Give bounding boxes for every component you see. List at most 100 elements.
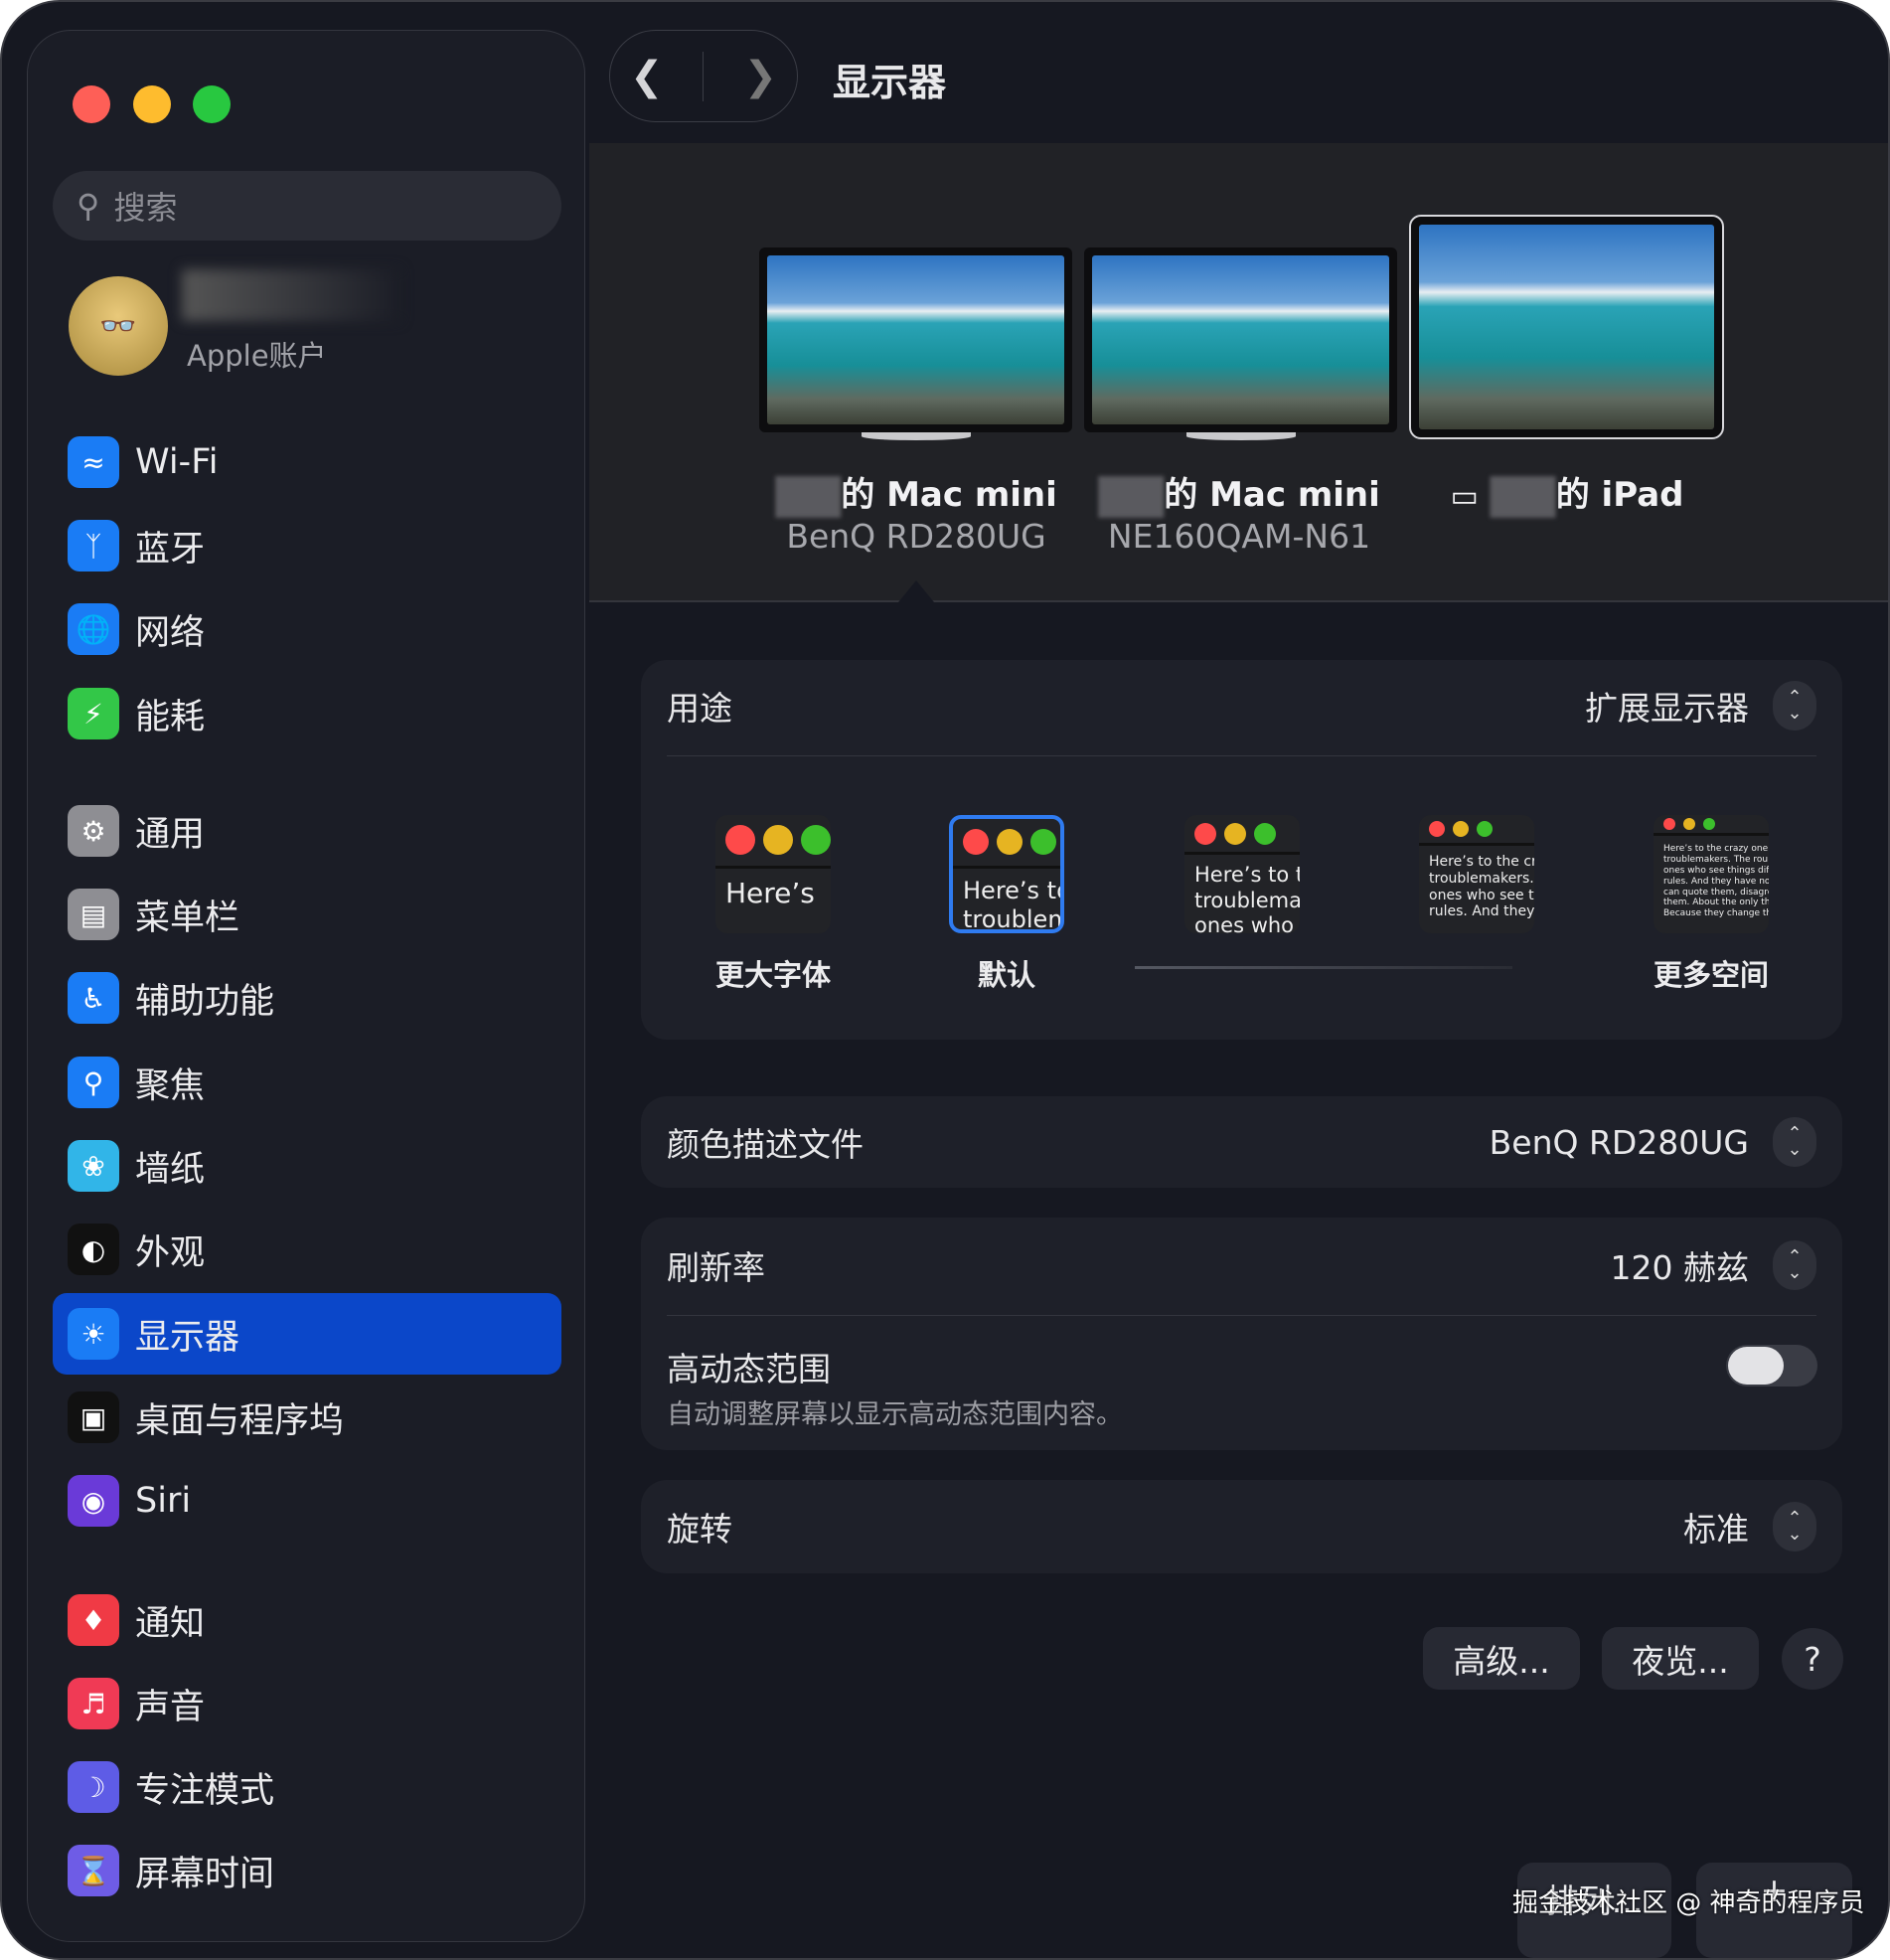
rotation-card: 旋转 标准 ⌃ ⌄	[641, 1480, 1842, 1573]
selection-pointer	[898, 580, 934, 602]
sidebar-item[interactable]: ♿ 辅助功能	[53, 957, 561, 1039]
sidebar-item-label: Siri	[135, 1481, 192, 1521]
sidebar-item-label: 显示器	[135, 1317, 240, 1358]
menubar-icon: ▤	[68, 889, 119, 940]
monitor-stand	[1186, 432, 1296, 440]
sidebar-item[interactable]: ♬ 声音	[53, 1663, 561, 1744]
usage-select[interactable]: 扩展显示器 ⌃ ⌄	[1585, 681, 1816, 731]
scaling-option[interactable]: Here’s	[715, 815, 831, 933]
display-thumbnail-1[interactable]	[759, 247, 1072, 432]
sidebar-item-label: 专注模式	[135, 1770, 275, 1811]
search-icon: ⚲	[77, 187, 100, 225]
sidebar-item-label: 聚焦	[135, 1065, 206, 1106]
sidebar-item[interactable]: ☽ 专注模式	[53, 1746, 561, 1828]
color-profile-select[interactable]: BenQ RD280UG ⌃ ⌄	[1490, 1117, 1816, 1167]
rotation-label: 旋转	[667, 1510, 732, 1549]
scaling-option-label: 默认	[977, 958, 1036, 992]
sidebar-item[interactable]: ⚙ 通用	[53, 790, 561, 872]
stepper-icon: ⌃ ⌄	[1773, 1502, 1816, 1552]
forward-button[interactable]: ❯	[743, 54, 777, 99]
stepper-icon: ⌃ ⌄	[1773, 1240, 1816, 1290]
gear-icon: ⚙	[68, 805, 119, 857]
speaker-icon: ♬	[68, 1678, 119, 1729]
appearance-icon: ◐	[68, 1224, 119, 1275]
sidebar-item-label: 通知	[135, 1603, 206, 1644]
accessibility-icon: ♿	[68, 972, 119, 1024]
rotation-select[interactable]: 标准 ⌃ ⌄	[1683, 1502, 1816, 1552]
display-name: 的 Mac mini	[1098, 467, 1380, 518]
sidebar-item-label: 桌面与程序坞	[135, 1400, 345, 1441]
scaling-option[interactable]: Here’s to the cr troublemakers. ones who…	[1419, 815, 1534, 933]
sidebar-item-label: Wi-Fi	[135, 442, 219, 482]
display-model: NE160QAM-N61	[1107, 517, 1371, 556]
scaling-option[interactable]: Here’s to t troublema ones who	[1184, 815, 1300, 933]
sidebar-item[interactable]: ⚡ 能耗	[53, 673, 561, 754]
advanced-button[interactable]: 高级...	[1423, 1627, 1580, 1690]
sidebar: ⚲ 搜索 👓 Apple账户 ≈ Wi-Fi ᛉ 蓝牙 🌐 网络 ⚡ 能耗 ⚙ 通用 ▤ 菜单栏 ♿ 辅助功…	[27, 30, 585, 1942]
sidebar-item[interactable]: 🌐 网络	[53, 588, 561, 670]
minimize-button[interactable]	[133, 85, 171, 123]
sidebar-item[interactable]: ⌛ 屏幕时间	[53, 1830, 561, 1911]
sidebar-item-label: 声音	[135, 1687, 206, 1727]
refresh-rate-label: 刷新率	[667, 1248, 765, 1287]
globe-icon: 🌐	[68, 603, 119, 655]
sidebar-item[interactable]: ▤ 菜单栏	[53, 874, 561, 955]
scaling-option[interactable]: Here’s to the crazy one troublemakers. T…	[1654, 815, 1769, 933]
settings-window: ⚲ 搜索 👓 Apple账户 ≈ Wi-Fi ᛉ 蓝牙 🌐 网络 ⚡ 能耗 ⚙ 通用 ▤ 菜单栏 ♿ 辅助功…	[0, 0, 1890, 1960]
hdr-description: 自动调整屏幕以显示高动态范围内容。	[667, 1399, 1123, 1430]
display-thumbnail-2[interactable]	[1084, 247, 1397, 432]
zoom-button[interactable]	[193, 85, 231, 123]
night-shift-button[interactable]: 夜览...	[1602, 1627, 1759, 1690]
sidebar-item-label: 通用	[135, 814, 206, 855]
moon-icon: ☽	[68, 1761, 119, 1813]
hdr-label: 高动态范围	[667, 1350, 831, 1388]
color-profile-label: 颜色描述文件	[667, 1125, 864, 1164]
spotlight-icon: ⚲	[68, 1057, 119, 1108]
sidebar-item-label: 辅助功能	[135, 981, 275, 1022]
scaling-option-label: 更多空间	[1653, 958, 1770, 992]
display-name: 的 Mac mini	[775, 467, 1057, 518]
sidebar-item[interactable]: ❀ 墙纸	[53, 1125, 561, 1207]
sidebar-item-label: 蓝牙	[135, 529, 206, 570]
display-thumbnail-ipad[interactable]	[1409, 215, 1724, 439]
usage-label: 用途	[667, 689, 732, 728]
sidebar-item[interactable]: ⚲ 聚焦	[53, 1042, 561, 1123]
scaling-preview-text: Here’s to troublem	[963, 876, 1064, 933]
wallpaper-flower-icon: ❀	[68, 1140, 119, 1192]
display-model: BenQ RD280UG	[786, 517, 1046, 556]
refresh-rate-select[interactable]: 120 赫兹 ⌃ ⌄	[1611, 1240, 1816, 1290]
sidebar-item[interactable]: ▣ 桌面与程序坞	[53, 1377, 561, 1458]
sidebar-item[interactable]: ♦ 通知	[53, 1579, 561, 1661]
watermark: 掘金技术社区 @ 神奇的程序员	[1512, 1888, 1865, 1918]
apple-account-label[interactable]: Apple账户	[187, 333, 327, 375]
sidebar-item[interactable]: ≈ Wi-Fi	[53, 421, 561, 503]
display-brightness-icon: ☀	[68, 1308, 119, 1360]
sidebar-item[interactable]: ᛉ 蓝牙	[53, 505, 561, 586]
refresh-hdr-card: 刷新率 120 赫兹 ⌃ ⌄ 高动态范围 自动调整屏幕以显示高动态范围内容。	[641, 1218, 1842, 1450]
back-button[interactable]: ❮	[630, 54, 664, 99]
sidebar-item[interactable]: ☀ 显示器	[53, 1293, 561, 1375]
close-button[interactable]	[73, 85, 110, 123]
stepper-icon: ⌃ ⌄	[1773, 681, 1816, 731]
resolution-slider-track[interactable]	[1135, 966, 1512, 969]
sidebar-item[interactable]: ◉ Siri	[53, 1460, 561, 1542]
sidebar-item[interactable]: ◐ 外观	[53, 1209, 561, 1290]
scaling-option[interactable]: Here’s to troublem	[949, 815, 1064, 933]
help-button[interactable]: ?	[1782, 1628, 1843, 1690]
scaling-preview-text: Here’s to the cr troublemakers. ones who…	[1429, 853, 1534, 920]
sidebar-item-label: 菜单栏	[135, 898, 240, 938]
sidebar-item-label: 网络	[135, 612, 206, 653]
stepper-icon: ⌃ ⌄	[1773, 1117, 1816, 1167]
display-name: ▭ 的 iPad	[1451, 467, 1683, 518]
search-input[interactable]: ⚲ 搜索	[53, 171, 561, 241]
page-title: 显示器	[833, 61, 947, 104]
monitor-stand	[862, 432, 971, 440]
hdr-toggle[interactable]	[1726, 1345, 1817, 1387]
navigation-buttons: ❮ ❯	[609, 30, 798, 122]
avatar[interactable]: 👓	[69, 276, 168, 376]
color-profile-card: 颜色描述文件 BenQ RD280UG ⌃ ⌄	[641, 1096, 1842, 1188]
hourglass-icon: ⌛	[68, 1845, 119, 1896]
sidebar-item-label: 能耗	[135, 697, 206, 737]
wifi-icon: ≈	[68, 436, 119, 488]
scaling-preview-text: Here’s to t troublema ones who	[1194, 863, 1300, 933]
